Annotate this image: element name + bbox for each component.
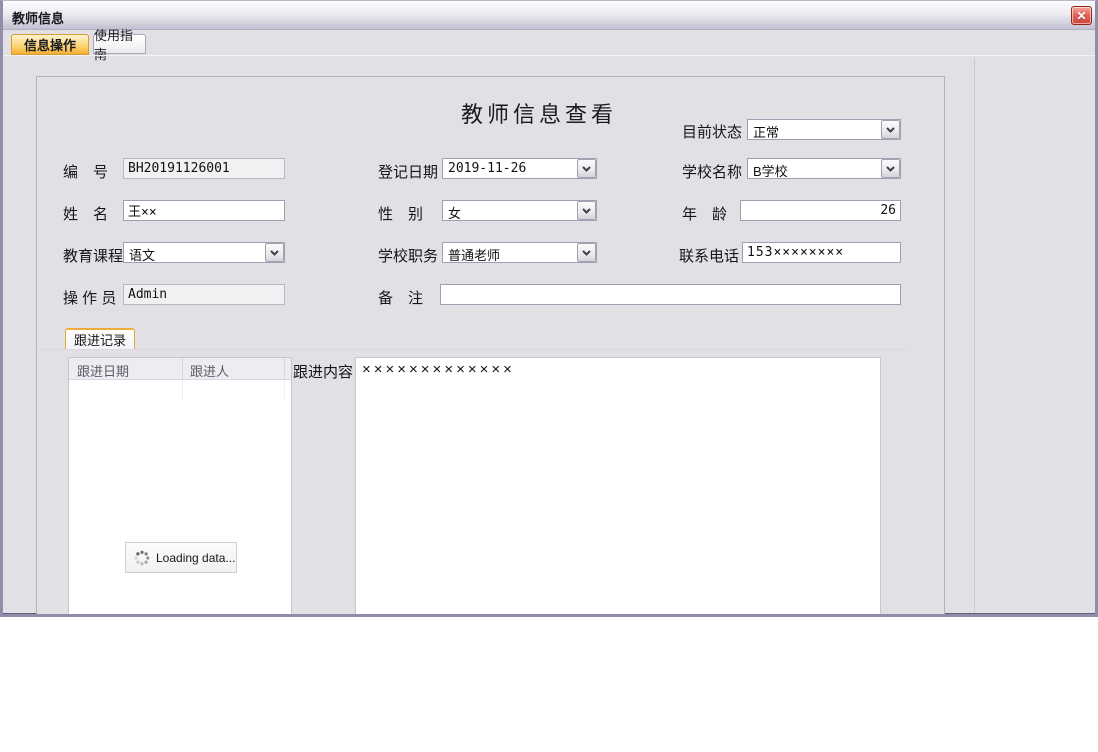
- tab-content-edge: [3, 55, 1095, 56]
- gender-label: 性 别: [378, 203, 423, 224]
- status-dropdown-button[interactable]: [881, 120, 900, 139]
- column-header-person[interactable]: 跟进人: [190, 361, 229, 380]
- chevron-down-icon: [270, 250, 279, 256]
- column-separator: [182, 358, 183, 380]
- followup-grid-header: 跟进日期 跟进人: [69, 358, 291, 380]
- position-value: 普通老师: [448, 245, 500, 264]
- operator-label: 操 作 员: [63, 287, 116, 308]
- column-separator: [284, 358, 285, 380]
- status-label: 目前状态: [682, 121, 742, 142]
- name-input[interactable]: [123, 200, 285, 221]
- status-combobox[interactable]: 正常: [747, 119, 901, 140]
- followup-tab-line: [39, 349, 905, 350]
- chevron-down-icon: [886, 127, 895, 133]
- status-value: 正常: [753, 122, 779, 141]
- column-separator: [284, 380, 285, 400]
- close-icon: ✕: [1076, 10, 1086, 22]
- position-dropdown-button[interactable]: [577, 243, 596, 262]
- school-label: 学校名称: [682, 161, 742, 182]
- position-combobox[interactable]: 普通老师: [442, 242, 597, 263]
- reg-date-value: 2019-11-26: [448, 161, 526, 176]
- school-dropdown-button[interactable]: [881, 159, 900, 178]
- teacher-info-window: 教师信息 ✕ 信息操作 使用指南 教师信息查看 目前状态 正常 编 号 登记日期…: [0, 0, 1098, 617]
- close-button[interactable]: ✕: [1071, 6, 1092, 25]
- course-label: 教育课程: [63, 245, 123, 266]
- age-input[interactable]: [740, 200, 901, 221]
- gender-dropdown-button[interactable]: [577, 201, 596, 220]
- phone-label: 联系电话: [679, 245, 739, 266]
- chevron-down-icon: [886, 166, 895, 172]
- column-header-date[interactable]: 跟进日期: [77, 361, 129, 380]
- name-label: 姓 名: [63, 203, 108, 224]
- reg-date-dropdown-button[interactable]: [577, 159, 596, 178]
- course-combobox[interactable]: 语文: [123, 242, 285, 263]
- remark-label: 备 注: [378, 287, 423, 308]
- panel-divider-line: [974, 58, 975, 613]
- course-dropdown-button[interactable]: [265, 243, 284, 262]
- chevron-down-icon: [582, 166, 591, 172]
- school-value: B学校: [753, 161, 788, 180]
- course-value: 语文: [129, 245, 155, 264]
- id-label: 编 号: [63, 161, 108, 182]
- gender-combobox[interactable]: 女: [442, 200, 597, 221]
- loading-text: Loading data...: [156, 551, 235, 565]
- remark-input[interactable]: [440, 284, 901, 305]
- reg-date-label: 登记日期: [378, 161, 438, 182]
- school-combobox[interactable]: B学校: [747, 158, 901, 179]
- tab-user-guide[interactable]: 使用指南: [93, 34, 146, 54]
- followup-grid[interactable]: 跟进日期 跟进人: [68, 357, 292, 616]
- chevron-down-icon: [582, 250, 591, 256]
- followup-content-textarea[interactable]: ×××××××××××××: [355, 357, 881, 616]
- position-label: 学校职务: [378, 245, 438, 266]
- id-field: [123, 158, 285, 179]
- tab-info-operation[interactable]: 信息操作: [11, 34, 89, 55]
- gender-value: 女: [448, 203, 461, 222]
- age-label: 年 龄: [682, 203, 727, 224]
- operator-field: [123, 284, 285, 305]
- page-title: 教师信息查看: [461, 97, 617, 129]
- chevron-down-icon: [582, 208, 591, 214]
- tab-followup-record[interactable]: 跟进记录: [65, 328, 135, 349]
- window-title: 教师信息: [12, 8, 64, 27]
- followup-content-label: 跟进内容: [293, 361, 353, 382]
- titlebar[interactable]: 教师信息 ✕: [3, 1, 1095, 30]
- reg-date-combobox[interactable]: 2019-11-26: [442, 158, 597, 179]
- phone-input[interactable]: [742, 242, 901, 263]
- loading-spinner-icon: [134, 550, 150, 566]
- column-separator: [182, 380, 183, 400]
- loading-indicator: Loading data...: [125, 542, 237, 573]
